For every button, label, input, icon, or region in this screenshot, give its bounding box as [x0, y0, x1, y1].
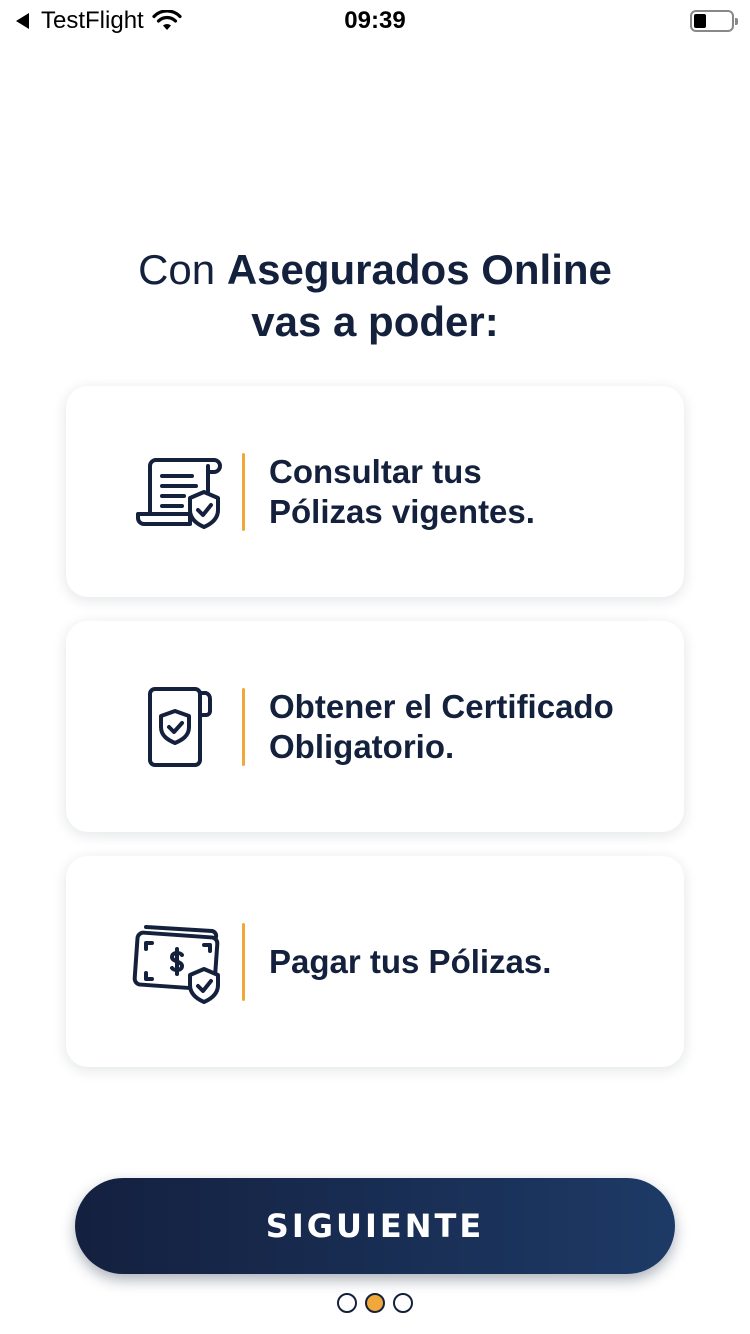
card-divider [242, 452, 245, 531]
title-line2: vas a poder: [251, 298, 499, 345]
certificate-shield-icon [132, 679, 228, 775]
card-text: Pagar tus Pólizas. [269, 942, 649, 982]
card-line1: Obtener el Certificado [269, 687, 614, 725]
battery-icon [690, 10, 738, 32]
page-dot[interactable] [393, 1293, 413, 1313]
page-title: Con Asegurados Online vas a poder: [0, 244, 750, 348]
feature-card-certificate: Obtener el Certificado Obligatorio. [66, 621, 684, 832]
card-divider [242, 687, 245, 766]
card-line1: Consultar tus [269, 452, 482, 490]
feature-card-payment: Pagar tus Pólizas. [66, 856, 684, 1067]
status-time: 09:39 [344, 7, 406, 34]
feature-card-policies: Consultar tus Pólizas vigentes. [66, 386, 684, 597]
page-dot[interactable] [337, 1293, 357, 1313]
page-indicator [0, 1293, 750, 1313]
card-line2: Obligatorio. [269, 727, 455, 765]
page-dot-active[interactable] [365, 1293, 385, 1313]
card-line2: Pólizas vigentes. [269, 492, 535, 530]
card-text: Obtener el Certificado Obligatorio. [269, 687, 649, 767]
card-divider [242, 922, 245, 1001]
card-text: Consultar tus Pólizas vigentes. [269, 452, 649, 532]
status-bar: TestFlight 09:39 [0, 0, 750, 42]
title-prefix: Con [138, 246, 216, 293]
policy-document-shield-icon [132, 444, 228, 540]
onboarding-screen: TestFlight 09:39 Con Asegurados Online v… [0, 0, 750, 1334]
money-shield-icon [132, 914, 228, 1010]
card-line1: Pagar tus Pólizas. [269, 942, 552, 980]
title-app-name: Asegurados Online [226, 246, 612, 293]
next-button[interactable]: SIGUIENTE [75, 1178, 675, 1274]
